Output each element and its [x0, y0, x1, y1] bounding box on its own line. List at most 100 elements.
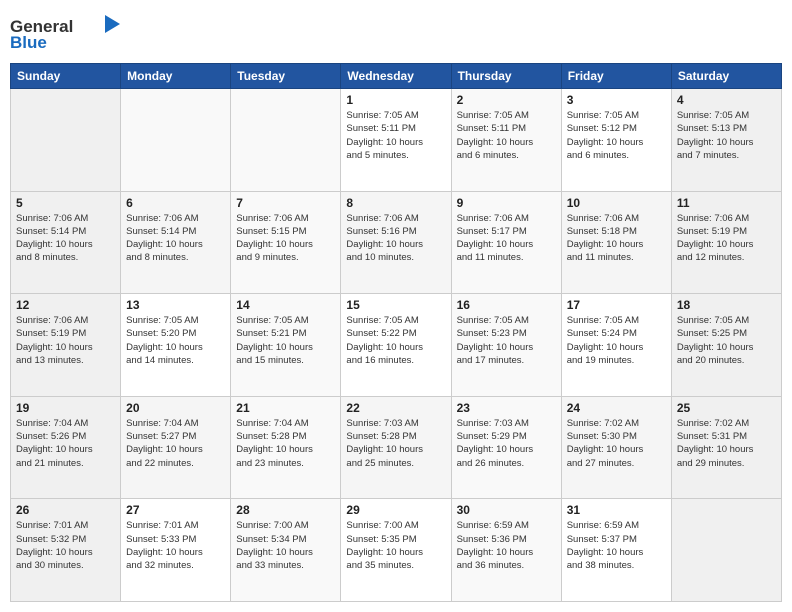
week-row-3: 12Sunrise: 7:06 AM Sunset: 5:19 PM Dayli… — [11, 294, 782, 397]
day-number: 28 — [236, 503, 335, 517]
day-info: Sunrise: 7:06 AM Sunset: 5:18 PM Dayligh… — [567, 212, 666, 265]
day-cell: 7 Sunrise: 7:06 AM Sunset: 5:15 PM Daylig… — [231, 191, 341, 294]
day-cell — [671, 499, 781, 602]
day-number: 9 — [457, 196, 556, 210]
day-cell: 28 Sunrise: 7:00 AM Sunset: 5:34 PM Dayli… — [231, 499, 341, 602]
day-number: 4 — [677, 93, 776, 107]
day-info: Sunrise: 7:02 AM Sunset: 5:30 PM Dayligh… — [567, 417, 666, 470]
day-number: 13 — [126, 298, 225, 312]
day-cell: 17 Sunrise: 7:05 AM Sunset: 5:24 PM Dayli… — [561, 294, 671, 397]
day-number: 17 — [567, 298, 666, 312]
day-number: 31 — [567, 503, 666, 517]
weekday-monday: Monday — [121, 64, 231, 89]
day-number: 19 — [16, 401, 115, 415]
week-row-4: 19 Sunrise: 7:04 AM Sunset: 5:26 PM Dayli… — [11, 396, 782, 499]
day-cell: 31 Sunrise: 6:59 AM Sunset: 5:37 PM Dayli… — [561, 499, 671, 602]
day-cell: 29 Sunrise: 7:00 AM Sunset: 5:35 PM Dayli… — [341, 499, 451, 602]
day-cell: 26 Sunrise: 7:01 AM Sunset: 5:32 PM Dayli… — [11, 499, 121, 602]
day-number: 27 — [126, 503, 225, 517]
logo-content: General Blue — [10, 10, 120, 55]
day-info: Sunrise: 7:05 AM Sunset: 5:23 PM Dayligh… — [457, 314, 556, 367]
day-number: 16 — [457, 298, 556, 312]
day-number: 26 — [16, 503, 115, 517]
day-number: 15 — [346, 298, 445, 312]
day-cell: 22 Sunrise: 7:03 AM Sunset: 5:28 PM Dayli… — [341, 396, 451, 499]
day-info: Sunrise: 7:03 AM Sunset: 5:28 PM Dayligh… — [346, 417, 445, 470]
day-number: 6 — [126, 196, 225, 210]
day-info: Sunrise: 7:06 AM Sunset: 5:19 PM Dayligh… — [16, 314, 115, 367]
day-cell: 6 Sunrise: 7:06 AM Sunset: 5:14 PM Daylig… — [121, 191, 231, 294]
day-cell: 1Sunrise: 7:05 AM Sunset: 5:11 PM Daylig… — [341, 89, 451, 192]
day-cell: 15Sunrise: 7:05 AM Sunset: 5:22 PM Dayli… — [341, 294, 451, 397]
day-cell: 25 Sunrise: 7:02 AM Sunset: 5:31 PM Dayli… — [671, 396, 781, 499]
day-number: 8 — [346, 196, 445, 210]
day-cell: 5 Sunrise: 7:06 AM Sunset: 5:14 PM Daylig… — [11, 191, 121, 294]
day-number: 22 — [346, 401, 445, 415]
day-info: Sunrise: 7:06 AM Sunset: 5:17 PM Dayligh… — [457, 212, 556, 265]
day-info: Sunrise: 7:05 AM Sunset: 5:12 PM Dayligh… — [567, 109, 666, 162]
day-cell: 3Sunrise: 7:05 AM Sunset: 5:12 PM Daylig… — [561, 89, 671, 192]
weekday-header-row: SundayMondayTuesdayWednesdayThursdayFrid… — [11, 64, 782, 89]
day-cell: 9 Sunrise: 7:06 AM Sunset: 5:17 PM Daylig… — [451, 191, 561, 294]
day-number: 5 — [16, 196, 115, 210]
week-row-5: 26 Sunrise: 7:01 AM Sunset: 5:32 PM Dayli… — [11, 499, 782, 602]
day-info: Sunrise: 7:06 AM Sunset: 5:16 PM Dayligh… — [346, 212, 445, 265]
day-info: Sunrise: 7:05 AM Sunset: 5:25 PM Dayligh… — [677, 314, 776, 367]
day-cell: 30 Sunrise: 6:59 AM Sunset: 5:36 PM Dayli… — [451, 499, 561, 602]
day-info: Sunrise: 6:59 AM Sunset: 5:37 PM Dayligh… — [567, 519, 666, 572]
day-number: 29 — [346, 503, 445, 517]
day-number: 30 — [457, 503, 556, 517]
day-number: 1 — [346, 93, 445, 107]
weekday-tuesday: Tuesday — [231, 64, 341, 89]
weekday-wednesday: Wednesday — [341, 64, 451, 89]
day-info: Sunrise: 7:00 AM Sunset: 5:35 PM Dayligh… — [346, 519, 445, 572]
week-row-1: 1 Sunrise: 7:05 AM Sunset: 5:11 PM Daylig… — [11, 89, 782, 192]
day-info: Sunrise: 7:05 AM Sunset: 5:13 PM Dayligh… — [677, 109, 776, 162]
day-number: 21 — [236, 401, 335, 415]
day-cell: 2 Sunrise: 7:05 AM Sunset: 5:11 PM Daylig… — [451, 89, 561, 192]
day-info: Sunrise: 7:06 AM Sunset: 5:15 PM Dayligh… — [236, 212, 335, 265]
day-info: Sunrise: 7:06 AM Sunset: 5:14 PM Dayligh… — [126, 212, 225, 265]
day-info: Sunrise: 7:00 AM Sunset: 5:34 PM Dayligh… — [236, 519, 335, 572]
weekday-saturday: Saturday — [671, 64, 781, 89]
day-info: Sunrise: 7:02 AM Sunset: 5:31 PM Dayligh… — [677, 417, 776, 470]
day-cell: 14Sunrise: 7:05 AM Sunset: 5:21 PM Dayli… — [231, 294, 341, 397]
page: General Blue SundayMondayTuesdayWednesda… — [0, 0, 792, 612]
weekday-friday: Friday — [561, 64, 671, 89]
day-cell: 27 Sunrise: 7:01 AM Sunset: 5:33 PM Dayli… — [121, 499, 231, 602]
day-cell — [11, 89, 121, 192]
day-info: Sunrise: 7:01 AM Sunset: 5:33 PM Dayligh… — [126, 519, 225, 572]
day-cell: 16 Sunrise: 7:05 AM Sunset: 5:23 PM Dayli… — [451, 294, 561, 397]
day-info: Sunrise: 6:59 AM Sunset: 5:36 PM Dayligh… — [457, 519, 556, 572]
day-info: Sunrise: 7:05 AM Sunset: 5:24 PM Dayligh… — [567, 314, 666, 367]
day-cell: 10Sunrise: 7:06 AM Sunset: 5:18 PM Dayli… — [561, 191, 671, 294]
day-cell: 11Sunrise: 7:06 AM Sunset: 5:19 PM Dayli… — [671, 191, 781, 294]
day-number: 18 — [677, 298, 776, 312]
day-info: Sunrise: 7:05 AM Sunset: 5:11 PM Dayligh… — [457, 109, 556, 162]
day-info: Sunrise: 7:04 AM Sunset: 5:28 PM Dayligh… — [236, 417, 335, 470]
day-cell: 20 Sunrise: 7:04 AM Sunset: 5:27 PM Dayli… — [121, 396, 231, 499]
day-cell — [231, 89, 341, 192]
weekday-thursday: Thursday — [451, 64, 561, 89]
day-number: 25 — [677, 401, 776, 415]
svg-text:Blue: Blue — [10, 33, 47, 50]
day-info: Sunrise: 7:04 AM Sunset: 5:26 PM Dayligh… — [16, 417, 115, 470]
day-cell: 19 Sunrise: 7:04 AM Sunset: 5:26 PM Dayli… — [11, 396, 121, 499]
calendar-table: SundayMondayTuesdayWednesdayThursdayFrid… — [10, 63, 782, 602]
day-info: Sunrise: 7:04 AM Sunset: 5:27 PM Dayligh… — [126, 417, 225, 470]
day-info: Sunrise: 7:01 AM Sunset: 5:32 PM Dayligh… — [16, 519, 115, 572]
day-cell: 8 Sunrise: 7:06 AM Sunset: 5:16 PM Daylig… — [341, 191, 451, 294]
day-number: 20 — [126, 401, 225, 415]
day-cell: 23Sunrise: 7:03 AM Sunset: 5:29 PM Dayli… — [451, 396, 561, 499]
logo: General Blue — [10, 10, 120, 55]
day-cell: 18 Sunrise: 7:05 AM Sunset: 5:25 PM Dayli… — [671, 294, 781, 397]
day-number: 7 — [236, 196, 335, 210]
day-info: Sunrise: 7:06 AM Sunset: 5:14 PM Dayligh… — [16, 212, 115, 265]
day-info: Sunrise: 7:03 AM Sunset: 5:29 PM Dayligh… — [457, 417, 556, 470]
day-cell: 12Sunrise: 7:06 AM Sunset: 5:19 PM Dayli… — [11, 294, 121, 397]
header: General Blue — [10, 10, 782, 55]
week-row-2: 5 Sunrise: 7:06 AM Sunset: 5:14 PM Daylig… — [11, 191, 782, 294]
day-number: 2 — [457, 93, 556, 107]
day-cell: 21 Sunrise: 7:04 AM Sunset: 5:28 PM Dayli… — [231, 396, 341, 499]
day-cell: 4 Sunrise: 7:05 AM Sunset: 5:13 PM Daylig… — [671, 89, 781, 192]
